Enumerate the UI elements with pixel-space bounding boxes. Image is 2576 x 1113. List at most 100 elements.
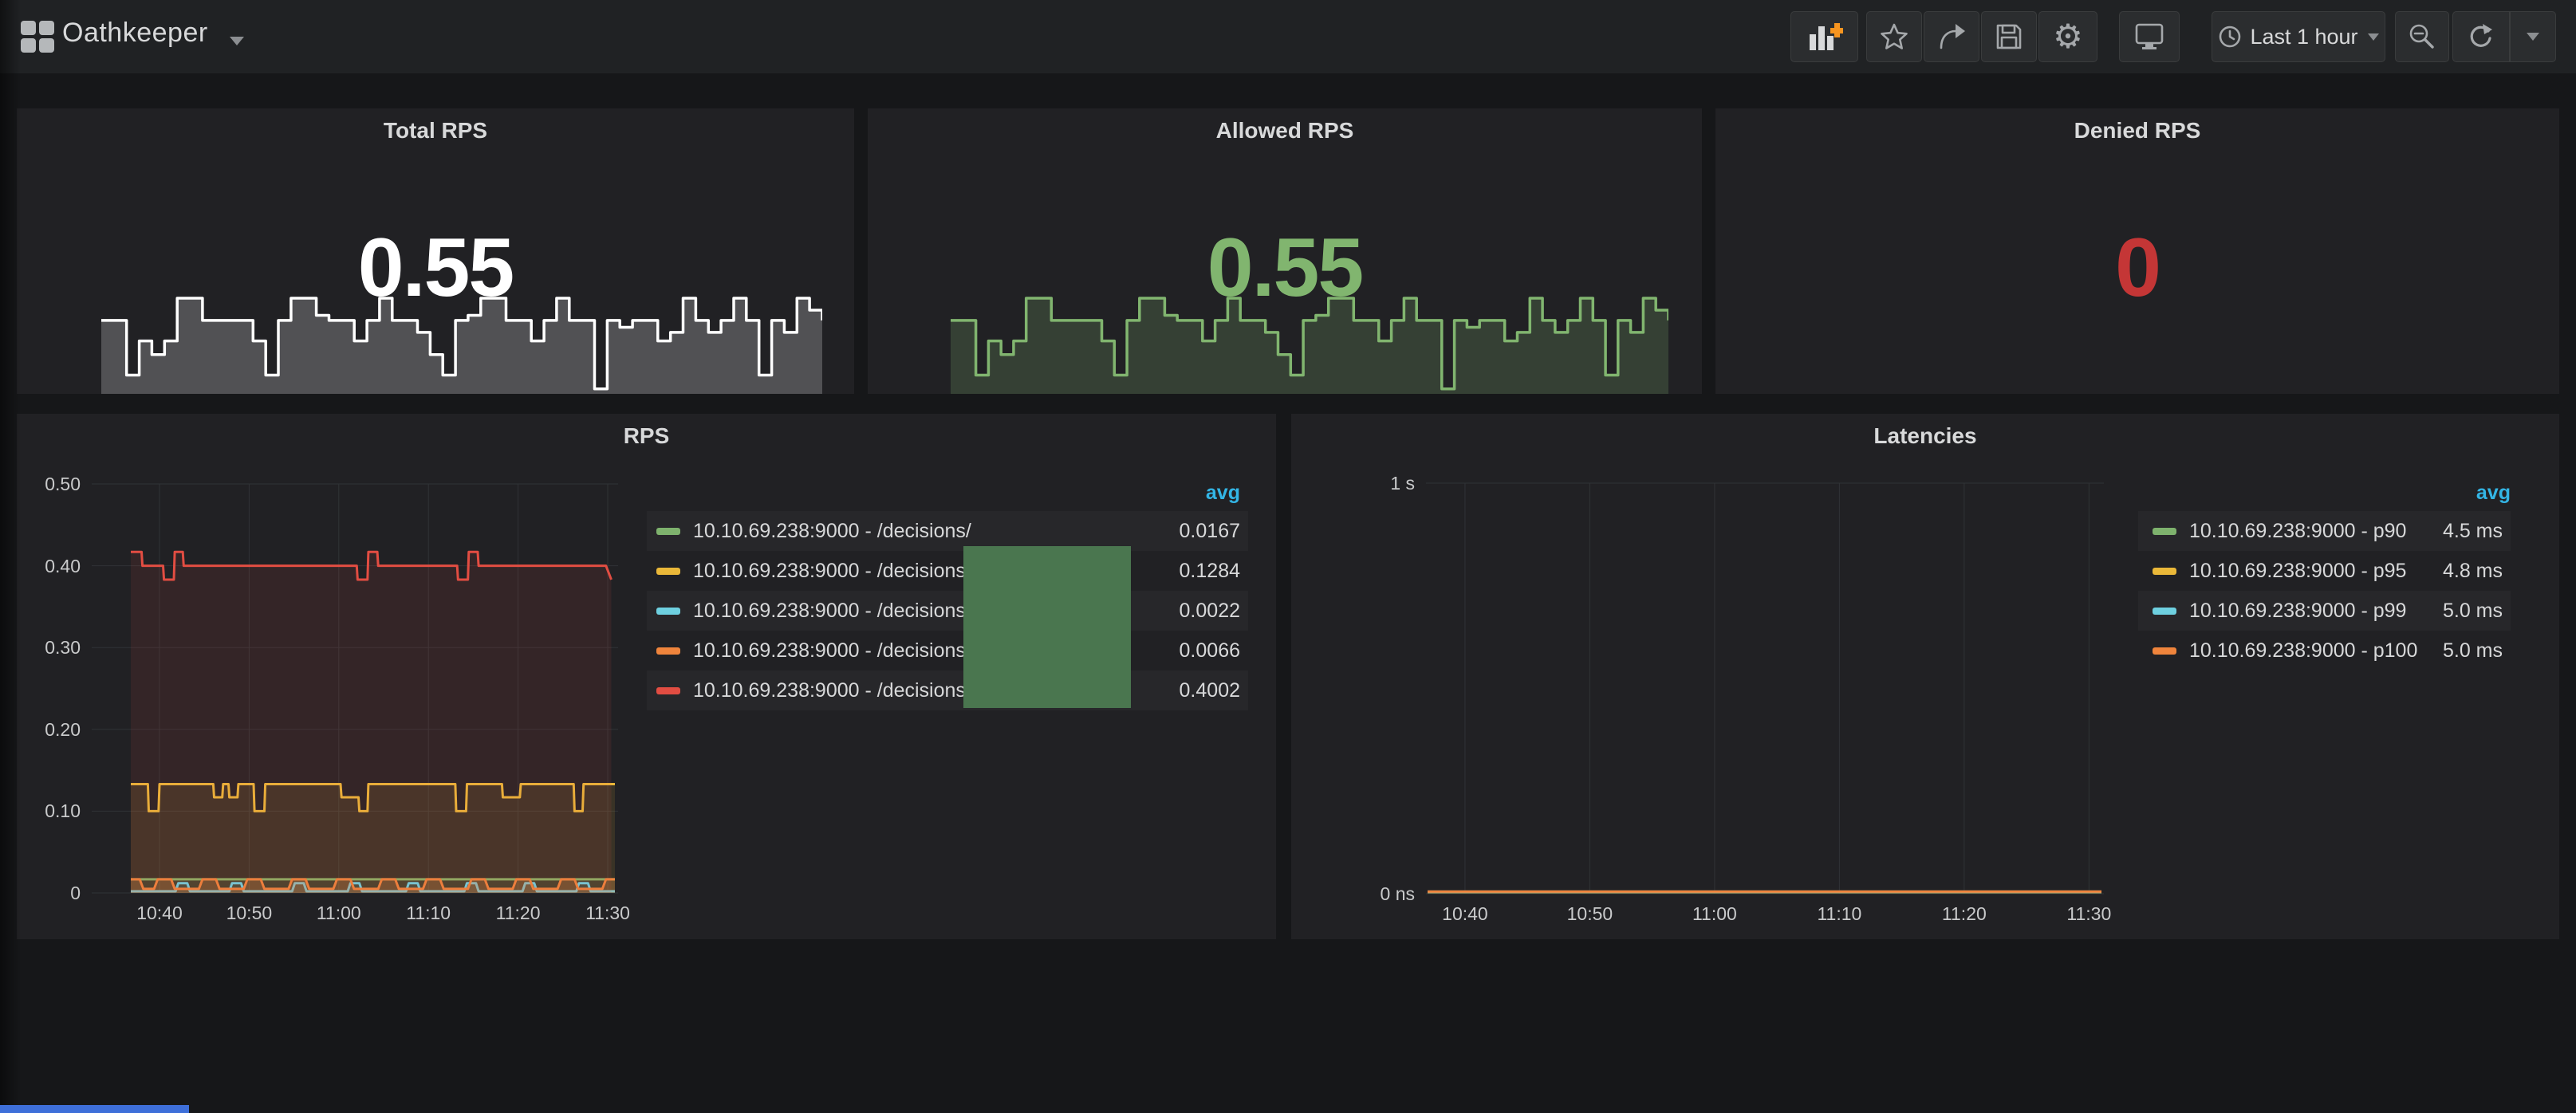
refresh-button[interactable]	[2452, 11, 2510, 62]
legend-row: 10.10.69.238:9000 - /decisions/0.0066	[647, 631, 1248, 671]
monitor-icon	[2133, 22, 2165, 52]
series-label[interactable]: 10.10.69.238:9000 - /decisions/	[693, 679, 971, 702]
share-icon	[1936, 22, 1967, 51]
panel-title[interactable]: RPS	[17, 423, 1276, 449]
y-tick-label: 0.10	[17, 800, 81, 822]
series-color-swatch-icon[interactable]	[2153, 608, 2176, 615]
allowed-rps-sparkline	[951, 296, 1668, 394]
denied-rps-value: 0	[1715, 226, 2559, 309]
series-label[interactable]: 10.10.69.238:9000 - /decisions/	[693, 520, 971, 543]
x-tick-label: 11:00	[1667, 903, 1763, 925]
legend-row: 10.10.69.238:9000 - /decisions/0.0167	[647, 511, 1248, 551]
series-avg-value: 0.0022	[1180, 600, 1240, 623]
series-color-swatch-icon[interactable]	[2153, 647, 2176, 655]
legend-row: 10.10.69.238:9000 - p100 5.0 ms	[2138, 631, 2511, 671]
panel-title[interactable]: Denied RPS	[1715, 118, 2559, 144]
panel-title[interactable]: Latencies	[1291, 423, 2559, 449]
zoom-out-button[interactable]	[2395, 11, 2449, 62]
latencies-legend: 10.10.69.238:9000 - p904.5 ms10.10.69.23…	[2138, 511, 2511, 671]
y-tick-label: 0.40	[17, 556, 81, 577]
series-avg-value: 4.5 ms	[2443, 520, 2503, 543]
series-avg-value: 5.0 ms	[2443, 639, 2503, 663]
time-range-picker[interactable]: Last 1 hour	[2212, 11, 2385, 62]
series-label[interactable]: 10.10.69.238:9000 - p99	[2189, 600, 2406, 623]
x-tick-label: 10:40	[1417, 903, 1513, 925]
series-avg-value: 4.8 ms	[2443, 560, 2503, 583]
legend-row: 10.10.69.238:9000 - /decisions/0.1284	[647, 551, 1248, 591]
refresh-caret-icon	[2527, 33, 2539, 41]
series-label[interactable]: 10.10.69.238:9000 - /decisions/	[693, 600, 971, 623]
green-overlay-box	[963, 546, 1131, 708]
legend-avg-header[interactable]: avg	[2476, 482, 2511, 505]
y-tick-label: 0.30	[17, 637, 81, 659]
series-color-swatch-icon[interactable]	[656, 568, 680, 575]
x-tick-label: 11:30	[560, 903, 656, 924]
gear-icon: ⚙	[2053, 20, 2083, 53]
series-avg-value: 0.4002	[1180, 679, 1240, 702]
time-range-caret-icon	[2368, 33, 2379, 41]
grafana-dashboard: Oathkeeper	[0, 0, 2576, 1113]
legend-row: 10.10.69.238:9000 - p90 4.5 ms	[2138, 511, 2511, 551]
series-label[interactable]: 10.10.69.238:9000 - /decisions/	[693, 560, 971, 583]
dashboards-grid-icon[interactable]	[21, 21, 54, 53]
panel-denied-rps: Denied RPS 0	[1715, 108, 2559, 394]
legend-row: 10.10.69.238:9000 - p95 4.8 ms	[2138, 551, 2511, 591]
x-tick-label: 11:10	[1791, 903, 1887, 925]
series-color-swatch-icon[interactable]	[656, 608, 680, 615]
x-tick-label: 11:00	[291, 903, 387, 924]
series-label[interactable]: 10.10.69.238:9000 - p95	[2189, 560, 2406, 583]
dashboard-title-caret-icon[interactable]	[230, 37, 244, 45]
panel-allowed-rps: Allowed RPS 0.55	[868, 108, 1702, 394]
legend-row: 10.10.69.238:9000 - /decisions/0.4002	[647, 671, 1248, 710]
series-color-swatch-icon[interactable]	[656, 528, 680, 535]
add-panel-button[interactable]	[1790, 11, 1858, 62]
y-tick-label: 0.20	[17, 719, 81, 741]
series-color-swatch-icon[interactable]	[656, 647, 680, 655]
latencies-chart-canvas[interactable]	[1426, 478, 2104, 900]
series-avg-value: 0.0167	[1180, 520, 1240, 543]
series-color-swatch-icon[interactable]	[656, 687, 680, 694]
legend-avg-header[interactable]: avg	[1206, 482, 1240, 505]
series-avg-value: 0.1284	[1180, 560, 1240, 583]
series-color-swatch-icon[interactable]	[2153, 528, 2176, 535]
y-tick-label: 0 ns	[1291, 883, 1415, 905]
series-label[interactable]: 10.10.69.238:9000 - /decisions/	[693, 639, 971, 663]
clock-icon	[2218, 25, 2242, 49]
x-tick-label: 10:50	[201, 903, 297, 924]
dashboard-title[interactable]: Oathkeeper	[62, 18, 208, 49]
zoom-out-icon	[2408, 22, 2436, 51]
series-label[interactable]: 10.10.69.238:9000 - p100	[2189, 639, 2417, 663]
panel-title[interactable]: Allowed RPS	[868, 118, 1702, 144]
y-tick-label: 1 s	[1291, 473, 1415, 494]
panel-latencies-graph: Latencies avg 10.10.69.238:9000 - p90 4.5…	[1291, 414, 2559, 939]
series-label[interactable]: 10.10.69.238:9000 - p90	[2189, 520, 2406, 543]
y-tick-label: 0	[17, 883, 81, 904]
refresh-icon	[2467, 22, 2495, 51]
series-avg-value: 5.0 ms	[2443, 600, 2503, 623]
x-tick-label: 10:40	[112, 903, 207, 924]
bottom-left-blue-bar	[0, 1105, 189, 1113]
series-avg-value: 0.0066	[1180, 639, 1240, 663]
star-dashboard-button[interactable]	[1866, 11, 1922, 62]
save-dashboard-button[interactable]	[1981, 11, 2037, 62]
cycle-view-mode-button[interactable]	[2119, 11, 2180, 62]
x-tick-label: 11:20	[471, 903, 566, 924]
panel-title[interactable]: Total RPS	[17, 118, 854, 144]
refresh-interval-dropdown[interactable]	[2510, 11, 2556, 62]
rps-legend: 10.10.69.238:9000 - /decisions/0.016710.…	[647, 511, 1248, 710]
rps-chart-canvas[interactable]	[92, 478, 618, 900]
total-rps-sparkline	[101, 296, 822, 394]
save-icon	[1995, 22, 2023, 51]
x-tick-label: 11:20	[1916, 903, 2012, 925]
share-dashboard-button[interactable]	[1924, 11, 1979, 62]
series-color-swatch-icon[interactable]	[2153, 568, 2176, 575]
navbar: Oathkeeper	[0, 0, 2576, 73]
x-tick-label: 11:30	[2041, 903, 2137, 925]
legend-row: 10.10.69.238:9000 - p99 5.0 ms	[2138, 591, 2511, 631]
time-range-label: Last 1 hour	[2250, 25, 2357, 49]
legend-row: 10.10.69.238:9000 - /decisions/0.0022	[647, 591, 1248, 631]
settings-button[interactable]: ⚙	[2038, 11, 2097, 62]
y-tick-label: 0.50	[17, 474, 81, 495]
panel-rps-graph: RPS avg 10.10.69.238:9000 - /decisions/0…	[17, 414, 1276, 939]
sidebar-edge-shadow	[0, 0, 21, 1113]
